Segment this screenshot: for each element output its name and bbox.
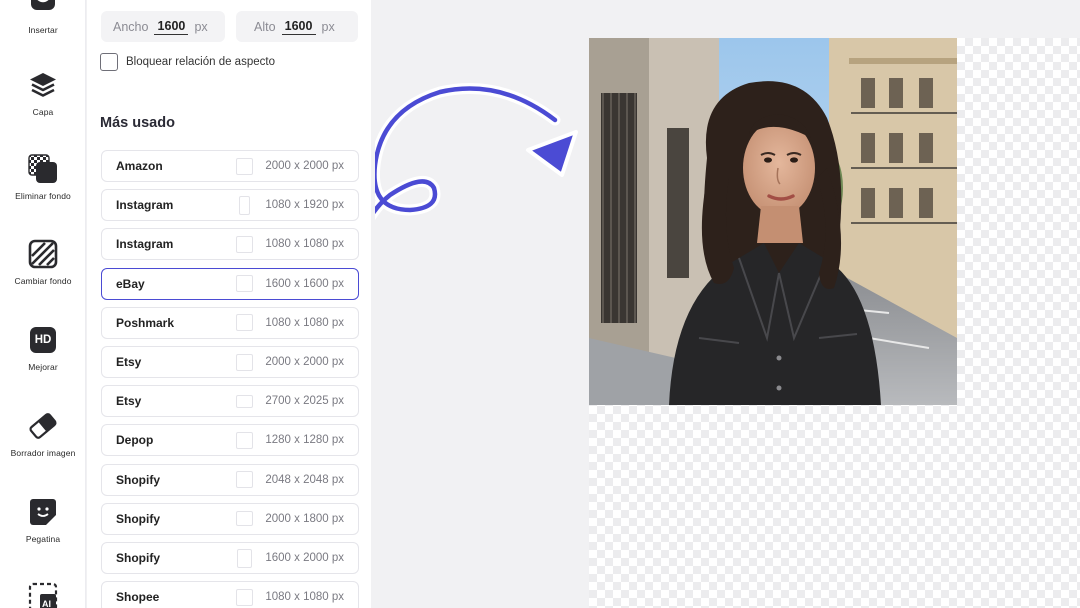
preset-name: Instagram: [116, 198, 174, 213]
rail-label: Borrador imagen: [10, 448, 76, 458]
preset-size: 1600 x 1600 px: [265, 277, 344, 290]
preset-size: 1080 x 1080 px: [265, 238, 344, 251]
width-label: Ancho: [113, 19, 149, 34]
preset-poshmark[interactable]: Poshmark 1080 x 1080 px: [101, 306, 359, 339]
width-field[interactable]: Ancho 1600 px: [101, 11, 225, 42]
preset-name: eBay: [116, 276, 145, 291]
tool-rail: Insertar Capa Eliminar fondo Cambiar fon…: [0, 0, 86, 608]
preset-ebay[interactable]: eBay 1600 x 1600 px: [101, 267, 359, 300]
height-field[interactable]: Alto 1600 px: [236, 11, 358, 42]
sticker-icon: [28, 497, 58, 527]
rail-item-remove-background[interactable]: Eliminar fondo: [0, 154, 86, 201]
rail-item-change-background[interactable]: Cambiar fondo: [0, 239, 86, 286]
preset-shopee[interactable]: Shopee 1080 x 1080 px: [101, 581, 359, 608]
aspect-ratio-icon: [236, 548, 252, 568]
preset-etsy[interactable]: Etsy 2000 x 2000 px: [101, 346, 359, 378]
preset-size: 1080 x 1080 px: [265, 316, 344, 329]
preset-size: 2000 x 2000 px: [265, 356, 344, 368]
aspect-ratio-icon: [235, 431, 253, 449]
aspect-ratio-icon: [238, 195, 250, 215]
aspect-ratio-icon: [235, 157, 253, 175]
rail-label: Mejorar: [28, 362, 58, 372]
section-title: Más usado: [100, 115, 175, 131]
preset-name: Shopee: [116, 590, 160, 605]
hd-enhance-icon: HD: [28, 325, 58, 355]
rail-item-insert[interactable]: Insertar: [0, 0, 86, 35]
change-background-icon: [28, 239, 58, 269]
preset-size: 2000 x 2000 px: [265, 160, 344, 172]
eraser-icon: [28, 411, 58, 441]
preset-size: 2000 x 1800 px: [265, 512, 344, 525]
hd-badge: HD: [30, 327, 56, 353]
rail-item-sticker[interactable]: Pegatina: [0, 497, 86, 544]
preset-name: Shopify: [116, 551, 160, 565]
preset-size: 2700 x 2025 px: [265, 395, 344, 408]
preset-name: Depop: [116, 433, 154, 448]
preset-size: 1080 x 1920 px: [265, 199, 344, 212]
aspect-ratio-icon: [235, 394, 253, 408]
preset-depop[interactable]: Depop 1280 x 1280 px: [101, 424, 359, 457]
preset-shopify[interactable]: Shopify 2048 x 2048 px: [101, 463, 359, 496]
aspect-ratio-icon: [235, 235, 253, 253]
resize-panel: Ancho 1600 px Alto 1600 px Bloquear rela…: [87, 0, 371, 608]
aspect-ratio-icon: [235, 471, 253, 489]
lock-aspect-checkbox[interactable]: [100, 53, 118, 71]
width-unit: px: [194, 19, 208, 34]
aspect-ratio-icon: [235, 314, 253, 332]
preset-instagram[interactable]: Instagram 1080 x 1920 px: [101, 189, 359, 222]
remove-background-icon: [28, 154, 58, 184]
layers-icon: [28, 70, 58, 100]
width-input[interactable]: 1600: [154, 19, 189, 35]
rail-label: Cambiar fondo: [14, 276, 72, 286]
preset-shopify[interactable]: Shopify 2000 x 1800 px: [101, 502, 359, 535]
lock-aspect-label: Bloquear relación de aspecto: [126, 56, 275, 68]
aspect-ratio-icon: [235, 511, 253, 527]
preset-size: 1080 x 1080 px: [265, 591, 344, 604]
preset-size: 1280 x 1280 px: [265, 434, 344, 447]
preset-name: Amazon: [116, 159, 163, 173]
preset-name: Shopify: [116, 511, 160, 526]
rail-item-enhance[interactable]: HD Mejorar: [0, 325, 86, 372]
rail-label: Capa: [32, 107, 54, 117]
preset-shopify[interactable]: Shopify 1600 x 2000 px: [101, 542, 359, 574]
rail-item-layers[interactable]: Capa: [0, 70, 86, 117]
preset-size: 1600 x 2000 px: [265, 552, 344, 564]
aspect-ratio-icon: [235, 353, 253, 371]
insert-icon: [28, 0, 58, 18]
portrait-photo[interactable]: [589, 38, 957, 405]
rail-label: Pegatina: [25, 534, 61, 544]
preset-instagram[interactable]: Instagram 1080 x 1080 px: [101, 228, 359, 261]
ai-badge: AI: [42, 599, 51, 608]
preset-name: Instagram: [116, 237, 174, 252]
height-input[interactable]: 1600: [281, 19, 316, 35]
aspect-ratio-icon: [235, 588, 253, 606]
preset-size: 2048 x 2048 px: [265, 473, 344, 486]
lock-aspect-ratio[interactable]: Bloquear relación de aspecto: [100, 53, 275, 71]
preset-etsy[interactable]: Etsy 2700 x 2025 px: [101, 385, 359, 418]
aspect-ratio-icon: [235, 275, 253, 293]
rail-label: Eliminar fondo: [15, 191, 71, 201]
rail-item-ai-tool[interactable]: AI: [0, 582, 86, 608]
canvas-area[interactable]: [375, 0, 1080, 608]
preset-name: Etsy: [116, 355, 142, 369]
preset-name: Etsy: [116, 394, 142, 409]
preset-amazon[interactable]: Amazon 2000 x 2000 px: [101, 150, 359, 182]
preset-name: Poshmark: [116, 315, 175, 330]
preset-name: Shopify: [116, 472, 160, 487]
ai-tool-icon: AI: [28, 582, 58, 608]
height-unit: px: [321, 19, 335, 34]
rail-label: Insertar: [28, 25, 58, 35]
height-label: Alto: [254, 19, 276, 34]
rail-item-eraser[interactable]: Borrador imagen: [0, 411, 86, 458]
